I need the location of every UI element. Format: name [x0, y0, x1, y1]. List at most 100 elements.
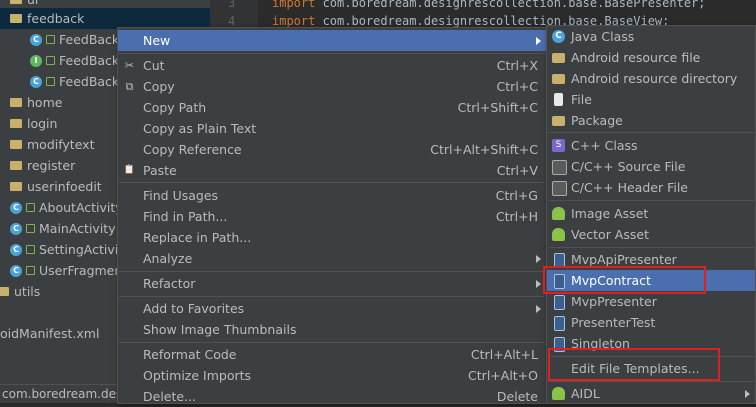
submenu-item-mvpcontract[interactable]: MvpContract	[547, 270, 755, 291]
class-icon: C	[10, 264, 22, 277]
class-icon: C	[30, 75, 42, 88]
submenu-arrow-icon	[536, 305, 541, 313]
template-icon	[554, 274, 565, 289]
submenu-item-android-resource-file[interactable]: Android resource file	[547, 47, 755, 68]
submenu-item-mvppresenter[interactable]: MvpPresenter	[547, 291, 755, 312]
cpp-header-icon	[552, 181, 567, 196]
cpp-class-icon: S	[552, 139, 565, 152]
folder-icon	[10, 0, 22, 4]
submenu-item-aidl[interactable]: AIDL	[547, 383, 755, 404]
template-icon	[554, 295, 565, 310]
submenu-item-cpp-source[interactable]: C/C++ Source File	[547, 156, 755, 177]
menu-item-paste[interactable]: 📋 Paste Ctrl+V	[118, 160, 546, 181]
menu-item-refactor[interactable]: Refactor	[118, 273, 546, 294]
menu-separator	[119, 342, 545, 343]
tree-item-manifest[interactable]: oidManifest.xml	[0, 323, 99, 344]
tree-item-utils[interactable]: utils	[0, 281, 40, 302]
menu-separator	[119, 271, 545, 272]
menu-item-copy-path[interactable]: Copy Path Ctrl+Shift+C	[118, 97, 546, 118]
menu-separator	[119, 53, 545, 54]
menu-separator	[119, 296, 545, 297]
folder-icon	[10, 161, 22, 170]
tree-item-class[interactable]: C FeedBack	[30, 71, 119, 92]
submenu-item-vector-asset[interactable]: Vector Asset	[547, 224, 755, 245]
menu-item-analyze[interactable]: Analyze	[118, 248, 546, 269]
tree-item-home[interactable]: home	[10, 92, 62, 113]
tree-item-feedback[interactable]: feedback	[0, 8, 210, 29]
lock-icon	[46, 77, 55, 86]
menu-item-copy-reference[interactable]: Copy Reference Ctrl+Alt+Shift+C	[118, 139, 546, 160]
tree-item-class[interactable]: C FeedBack	[30, 29, 119, 50]
menu-item-optimize-imports[interactable]: Optimize Imports Ctrl+Alt+O	[118, 365, 546, 386]
scissors-icon: ✂	[124, 59, 135, 72]
submenu-item-file[interactable]: File	[547, 89, 755, 110]
template-icon	[554, 337, 565, 352]
submenu-item-cpp-header[interactable]: C/C++ Header File	[547, 177, 755, 198]
menu-separator	[548, 381, 754, 382]
class-icon: C	[10, 243, 22, 256]
tree-item-userinfoedit[interactable]: userinfoedit	[10, 176, 102, 197]
android-icon	[552, 207, 565, 220]
tree-item-settingactivity[interactable]: C SettingActivit	[10, 239, 123, 260]
class-icon: C	[10, 222, 22, 235]
context-menu: New ✂ Cut Ctrl+X ⧉ Copy Ctrl+C Copy Path Ctrl…	[117, 27, 547, 404]
folder-icon	[552, 74, 565, 84]
menu-separator	[548, 356, 754, 357]
folder-icon	[10, 14, 22, 23]
menu-item-copy-plain[interactable]: Copy as Plain Text	[118, 118, 546, 139]
submenu-arrow-icon	[536, 37, 541, 45]
menu-separator	[548, 132, 754, 133]
submenu-arrow-icon	[745, 390, 750, 398]
tree-item-userfragment[interactable]: C UserFragmen	[10, 260, 122, 281]
menu-item-replace-in-path[interactable]: Replace in Path...	[118, 227, 546, 248]
submenu-item-java-class[interactable]: C Java Class	[547, 26, 755, 47]
menu-item-cut[interactable]: ✂ Cut Ctrl+X	[118, 55, 546, 76]
lock-icon	[26, 203, 35, 212]
class-icon: C	[30, 33, 42, 46]
submenu-item-package[interactable]: Package	[547, 110, 755, 131]
menu-item-show-thumbnails[interactable]: Show Image Thumbnails	[118, 319, 546, 340]
tree-item-interface[interactable]: I FeedBack	[30, 50, 119, 71]
menu-separator	[548, 247, 754, 248]
class-icon: C	[10, 201, 22, 214]
lock-icon	[46, 56, 55, 65]
template-icon	[554, 253, 565, 268]
java-class-icon: C	[552, 30, 565, 43]
submenu-item-cpp-class[interactable]: S C++ Class	[547, 135, 755, 156]
new-submenu: C Java Class Android resource file Androi…	[546, 25, 756, 404]
submenu-item-singleton[interactable]: Singleton	[547, 333, 755, 354]
menu-item-find-in-path[interactable]: Find in Path... Ctrl+H	[118, 206, 546, 227]
tree-item-mainactivity[interactable]: C MainActivity	[10, 218, 116, 239]
menu-item-add-to-favorites[interactable]: Add to Favorites	[118, 298, 546, 319]
tree-item-register[interactable]: register	[10, 155, 75, 176]
menu-item-delete[interactable]: Delete... Delete	[118, 386, 546, 407]
lock-icon	[26, 245, 35, 254]
submenu-item-image-asset[interactable]: Image Asset	[547, 203, 755, 224]
submenu-item-presentertest[interactable]: PresenterTest	[547, 312, 755, 333]
tree-item-modifytext[interactable]: modifytext	[10, 134, 94, 155]
tree-item-aboutactivity[interactable]: C AboutActivity	[10, 197, 123, 218]
resource-file-icon	[552, 53, 565, 63]
folder-icon	[10, 182, 22, 191]
menu-item-find-usages[interactable]: Find Usages Ctrl+G	[118, 185, 546, 206]
folder-icon	[0, 287, 9, 296]
submenu-item-edit-file-templates[interactable]: Edit File Templates...	[547, 358, 755, 379]
menu-item-copy[interactable]: ⧉ Copy Ctrl+C	[118, 76, 546, 97]
copy-icon: ⧉	[125, 80, 134, 93]
menu-item-new[interactable]: New	[118, 30, 546, 51]
tree-item-login[interactable]: login	[10, 113, 57, 134]
lock-icon	[46, 35, 55, 44]
submenu-arrow-icon	[536, 255, 541, 263]
file-icon	[554, 93, 563, 106]
submenu-arrow-icon	[536, 280, 541, 288]
submenu-item-android-resource-directory[interactable]: Android resource directory	[547, 68, 755, 89]
code-line: import com.boredream.designrescollection…	[272, 0, 706, 10]
folder-icon	[10, 140, 22, 149]
folder-icon	[10, 98, 22, 107]
interface-icon: I	[30, 54, 42, 67]
menu-item-reformat-code[interactable]: Reformat Code Ctrl+Alt+L	[118, 344, 546, 365]
folder-icon	[10, 119, 22, 128]
line-number: 4	[228, 14, 236, 28]
submenu-item-mvpapipresenter[interactable]: MvpApiPresenter	[547, 249, 755, 270]
android-icon	[552, 387, 565, 400]
